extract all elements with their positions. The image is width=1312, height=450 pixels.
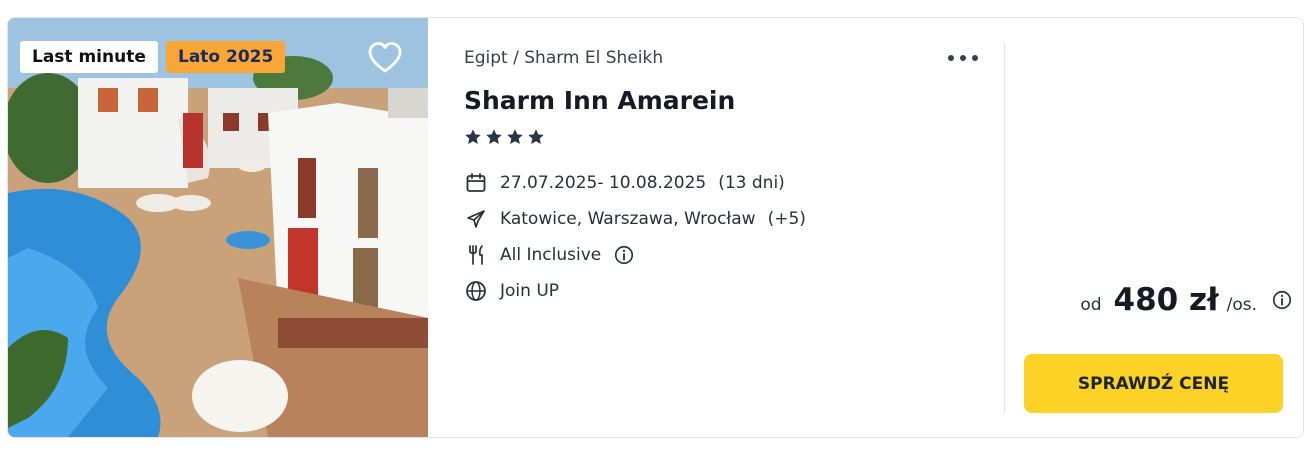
dates-text: 27.07.2025- 10.08.2025 (500, 173, 707, 193)
duration-text: (13 dni) (718, 173, 785, 193)
offer-card[interactable]: Last minute Lato 2025 Egipt / Sharm El S… (7, 17, 1304, 438)
star-icon (465, 129, 481, 145)
departure-more[interactable]: (+5) (768, 209, 806, 229)
star-icon (486, 129, 502, 145)
price-prefix: od (1080, 295, 1102, 315)
calendar-icon (466, 173, 486, 192)
board-text: All Inclusive (500, 245, 602, 265)
divider (1004, 42, 1005, 414)
departure-cities: Katowice, Warszawa, Wrocław (500, 209, 756, 229)
operator-row: Join UP (464, 279, 559, 303)
plane-icon (467, 210, 485, 228)
price-unit: /os. (1226, 295, 1257, 315)
heart-outline-icon[interactable] (365, 38, 405, 78)
season-badge: Lato 2025 (166, 41, 286, 73)
check-price-button[interactable]: SPRAWDŹ CENĘ (1024, 354, 1283, 413)
dates-row: 27.07.2025- 10.08.2025 (13 dni) (464, 171, 785, 195)
star-icon (507, 129, 523, 145)
star-rating (464, 128, 545, 146)
globe-icon (466, 281, 486, 301)
hotel-photo[interactable]: Last minute Lato 2025 (8, 18, 428, 437)
more-dots-icon[interactable] (946, 48, 980, 68)
star-icon (528, 129, 544, 145)
operator-text: Join UP (500, 281, 560, 301)
price-row: od 480 zł /os. (1080, 282, 1293, 318)
departure-row: Katowice, Warszawa, Wrocław (+5) (464, 207, 806, 231)
board-row: All Inclusive (464, 243, 635, 267)
breadcrumb[interactable]: Egipt / Sharm El Sheikh (464, 48, 663, 68)
price-amount: 480 zł (1113, 282, 1219, 318)
fork-knife-icon (469, 245, 483, 265)
info-circle-icon[interactable] (613, 244, 635, 266)
hotel-name[interactable]: Sharm Inn Amarein (464, 86, 735, 115)
last-minute-badge: Last minute (20, 41, 158, 73)
offer-details: Egipt / Sharm El Sheikh Sharm Inn Amarei… (464, 18, 1004, 437)
info-circle-icon[interactable] (1271, 289, 1293, 311)
